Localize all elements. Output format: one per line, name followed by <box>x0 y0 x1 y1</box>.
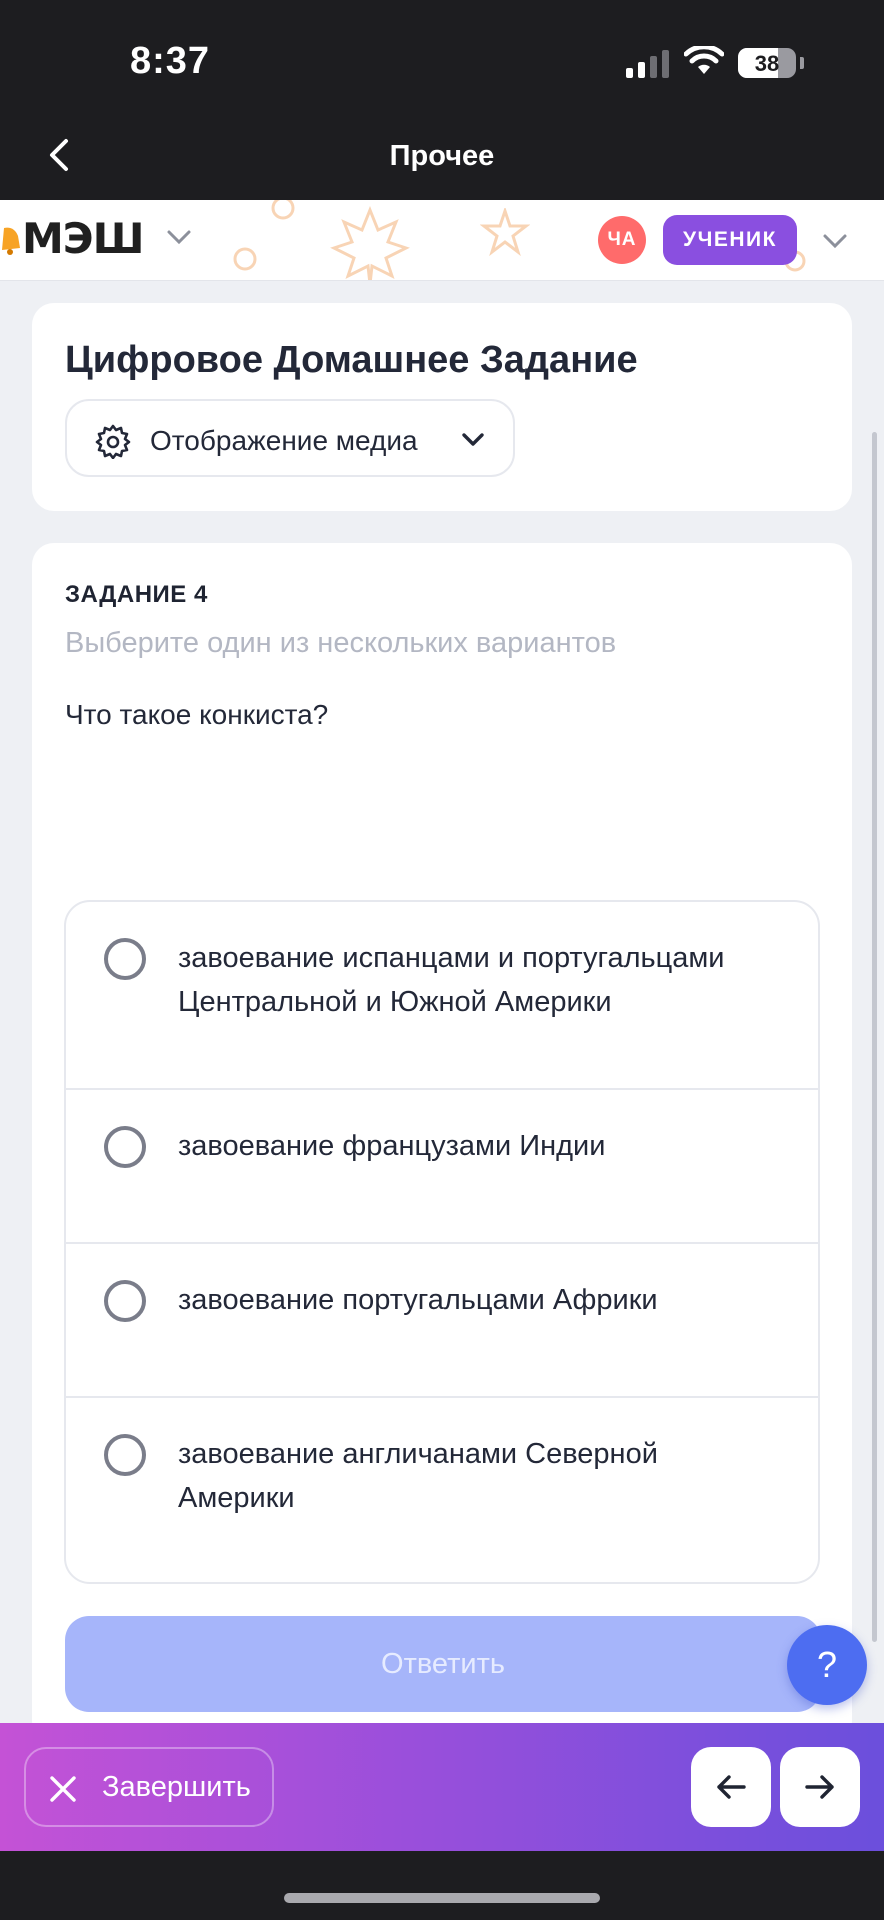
answer-option-text: завоевание французами Индии <box>178 1130 606 1162</box>
finish-button[interactable]: Завершить <box>24 1747 274 1827</box>
task-card: ЗАДАНИЕ 4 Выберите один из нескольких ва… <box>32 543 852 1743</box>
radio-button[interactable] <box>104 1280 146 1322</box>
battery-level: 38 <box>754 51 780 76</box>
media-display-label: Отображение медиа <box>150 425 418 456</box>
circle-decoration-icon <box>233 247 257 271</box>
home-indicator-area <box>0 1851 884 1920</box>
chevron-down-icon <box>462 433 484 446</box>
arrow-right-icon <box>805 1775 834 1799</box>
homework-title: Цифровое Домашнее Задание <box>65 339 638 381</box>
role-badge[interactable]: УЧЕНИК <box>663 215 797 265</box>
cellular-signal-icon <box>626 50 669 78</box>
arrow-left-icon <box>717 1775 746 1799</box>
answer-options: завоевание испанцами и португальцами Цен… <box>64 900 820 1584</box>
star-decoration-icon <box>480 208 530 257</box>
answer-option-text: завоевание испанцами и португальцами Цен… <box>178 942 725 1018</box>
gear-icon <box>95 424 131 459</box>
task-question: Что такое конкиста? <box>65 699 329 730</box>
answer-option-1[interactable]: завоевание испанцами и португальцами Цен… <box>66 902 818 1088</box>
radio-button[interactable] <box>104 1126 146 1168</box>
radio-button[interactable] <box>104 938 146 980</box>
home-indicator[interactable] <box>284 1893 600 1903</box>
radio-button[interactable] <box>104 1434 146 1476</box>
answer-option-text: завоевание англичанами Северной Америки <box>178 1438 658 1514</box>
user-menu-chevron-icon[interactable] <box>820 226 850 256</box>
homework-card: Цифровое Домашнее Задание Отображение ме… <box>32 303 852 511</box>
answer-option-3[interactable]: завоевание португальцами Африки <box>66 1242 818 1398</box>
bottom-action-bar: Завершить <box>0 1723 884 1851</box>
bell-logo-icon <box>2 227 20 255</box>
previous-task-button[interactable] <box>691 1747 771 1827</box>
answer-option-2[interactable]: завоевание французами Индии <box>66 1088 818 1244</box>
page-title: Прочее <box>389 140 495 172</box>
submit-answer-button[interactable]: Ответить <box>65 1616 821 1712</box>
media-display-dropdown[interactable]: Отображение медиа <box>65 399 515 477</box>
battery-tip <box>800 57 804 69</box>
task-hint: Выберите один из нескольких вариантов <box>65 627 617 659</box>
task-number: ЗАДАНИЕ 4 <box>65 581 208 608</box>
next-task-button[interactable] <box>780 1747 860 1827</box>
battery-icon: 38 <box>738 48 796 78</box>
wifi-icon <box>684 46 724 74</box>
maple-leaf-decoration-icon <box>330 206 410 280</box>
status-time: 8:37 <box>130 40 211 82</box>
close-icon <box>50 1776 76 1802</box>
help-button[interactable]: ? <box>787 1625 867 1705</box>
scrollbar[interactable] <box>872 432 877 1642</box>
chevron-down-icon[interactable] <box>164 222 194 252</box>
avatar[interactable]: ЧА <box>598 216 646 264</box>
status-bar: 8:37 38 Прочее <box>0 0 884 200</box>
app-logo[interactable]: МЭШ <box>0 214 145 263</box>
answer-option-text: завоевание португальцами Африки <box>178 1284 658 1316</box>
answer-option-4[interactable]: завоевание англичанами Северной Америки <box>66 1396 818 1582</box>
circle-decoration-icon <box>271 200 295 220</box>
finish-label: Завершить <box>102 1771 251 1803</box>
logo-text: МЭШ <box>22 214 145 263</box>
